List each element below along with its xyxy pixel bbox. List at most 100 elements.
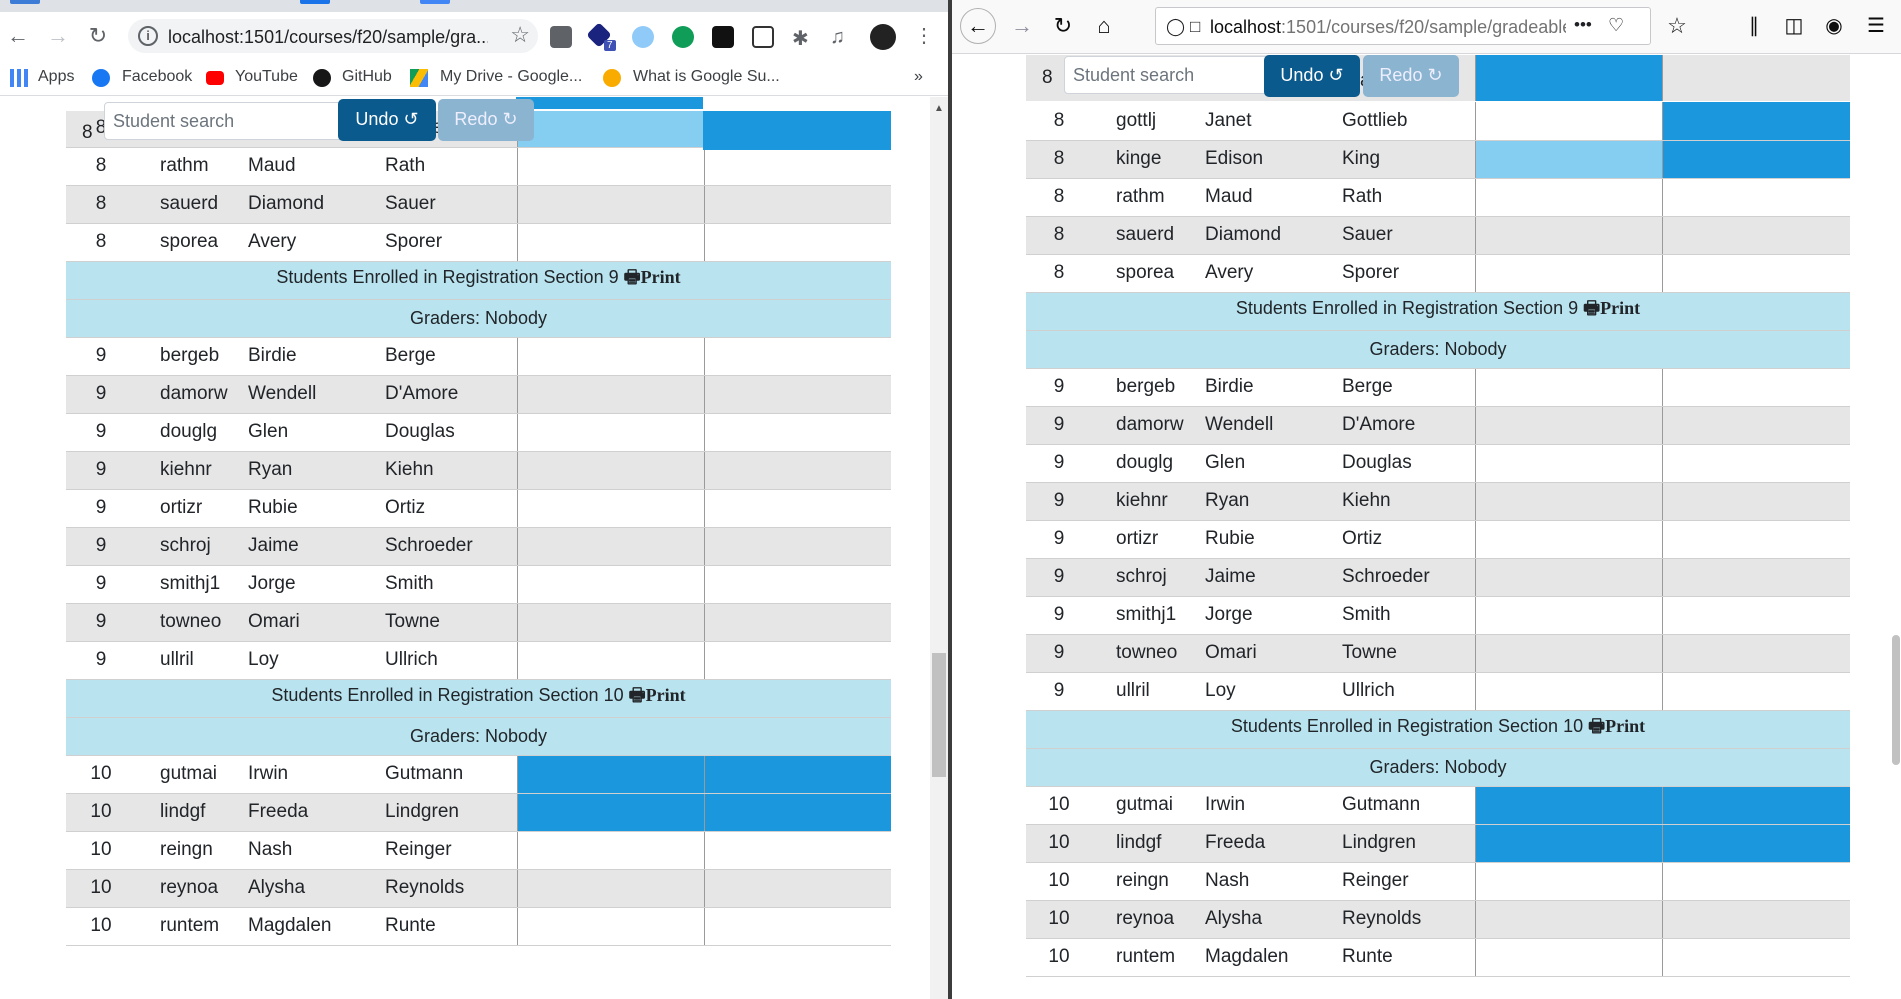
grade-cell[interactable]	[1661, 216, 1850, 255]
forward-icon[interactable]: →	[44, 22, 72, 50]
grade-cell[interactable]	[1474, 862, 1662, 901]
grade-cell[interactable]	[1474, 406, 1662, 445]
student-search-input[interactable]: Student search	[1064, 56, 1274, 94]
forward-icon[interactable]: →	[1008, 12, 1036, 40]
scrollbar-thumb[interactable]	[932, 653, 946, 777]
grade-cell[interactable]	[1475, 55, 1662, 101]
address-bar[interactable]: ◯ □ localhost:1501/courses/f20/sample/gr…	[1155, 7, 1651, 45]
grade-cell[interactable]	[516, 641, 704, 680]
grade-cell[interactable]	[1661, 672, 1850, 711]
grade-cell[interactable]	[703, 755, 891, 794]
grade-cell[interactable]	[1661, 444, 1850, 483]
extension-icon[interactable]	[632, 26, 654, 48]
grade-cell[interactable]	[1474, 178, 1662, 217]
grade-cell[interactable]	[516, 565, 704, 604]
undo-button[interactable]: Undo ↺	[338, 99, 436, 141]
home-icon[interactable]: ⌂	[1090, 12, 1118, 40]
bookmark-google-su[interactable]: What is Google Su...	[633, 68, 780, 86]
back-icon[interactable]: ←	[960, 8, 996, 44]
redo-button[interactable]: Redo ↻	[438, 99, 534, 141]
grade-cell[interactable]	[1661, 482, 1850, 521]
grade-cell[interactable]	[1474, 900, 1662, 939]
print-button[interactable]: 🖶Print	[1583, 298, 1640, 318]
grade-cell[interactable]	[516, 223, 704, 262]
grade-cell[interactable]	[1661, 520, 1850, 559]
tab[interactable]	[420, 0, 450, 4]
grade-cell[interactable]	[1474, 672, 1662, 711]
print-button[interactable]: 🖶Print	[629, 685, 686, 705]
shield-icon[interactable]: ◯	[1166, 17, 1185, 37]
grade-cell[interactable]	[1474, 520, 1662, 559]
grade-cell[interactable]	[516, 603, 704, 642]
grade-cell[interactable]	[516, 907, 704, 946]
grade-cell[interactable]	[516, 869, 704, 908]
avatar[interactable]	[870, 24, 896, 50]
scrollbar[interactable]: ▲	[930, 97, 948, 999]
grade-cell[interactable]	[703, 793, 891, 832]
grade-cell[interactable]	[516, 109, 704, 148]
print-button[interactable]: 🖶Print	[624, 267, 681, 287]
student-search-input[interactable]: Student search	[104, 102, 344, 140]
library-icon[interactable]: ∥	[1740, 12, 1768, 40]
reload-icon[interactable]: ↻	[84, 22, 112, 50]
grade-cell[interactable]	[1661, 406, 1850, 445]
grade-cell[interactable]	[1474, 596, 1662, 635]
grade-cell[interactable]	[1661, 254, 1850, 293]
menu-icon[interactable]: ☰	[1862, 12, 1890, 40]
extension-icon[interactable]	[550, 26, 572, 48]
grade-cell[interactable]	[1661, 102, 1850, 141]
bookmark-star-icon[interactable]: ☆	[1663, 12, 1691, 40]
grade-cell[interactable]	[703, 375, 891, 414]
grade-cell[interactable]	[1661, 368, 1850, 407]
grade-cell[interactable]	[703, 603, 891, 642]
bookmark-star-icon[interactable]: ☆	[510, 22, 530, 48]
grade-cell[interactable]	[703, 185, 891, 224]
tab[interactable]	[10, 0, 40, 4]
grade-cell[interactable]	[516, 527, 704, 566]
grade-cell[interactable]	[1661, 786, 1850, 825]
grade-cell[interactable]	[1474, 102, 1662, 141]
menu-icon[interactable]: ⋮	[910, 22, 938, 50]
account-icon[interactable]: ◉	[1820, 12, 1848, 40]
bookmark-facebook[interactable]: Facebook	[122, 68, 192, 86]
grade-cell[interactable]	[1661, 824, 1850, 863]
sidebar-icon[interactable]: ◫	[1780, 12, 1808, 40]
tab[interactable]	[300, 0, 330, 4]
bookmark-youtube[interactable]: YouTube	[235, 68, 298, 86]
address-bar[interactable]: i localhost:1501/courses/f20/sample/gra.…	[128, 19, 538, 53]
pocket-icon[interactable]: ♡	[1608, 15, 1624, 36]
grade-cell[interactable]	[703, 147, 891, 186]
grade-cell[interactable]	[703, 337, 891, 376]
grade-cell[interactable]	[516, 793, 704, 832]
grade-cell[interactable]	[516, 489, 704, 528]
grade-cell[interactable]	[516, 755, 704, 794]
grade-cell[interactable]	[1661, 558, 1850, 597]
extension-icon[interactable]	[672, 26, 694, 48]
grade-cell[interactable]	[1662, 55, 1850, 101]
grade-cell[interactable]	[516, 375, 704, 414]
media-icon[interactable]: ♫	[830, 26, 852, 48]
grade-cell[interactable]	[703, 413, 891, 452]
back-icon[interactable]: ←	[4, 22, 32, 50]
extension-icon[interactable]	[712, 26, 734, 48]
grade-cell[interactable]	[1661, 140, 1850, 179]
grade-cell[interactable]	[703, 907, 891, 946]
puzzle-icon[interactable]: ✱	[792, 26, 814, 50]
grade-cell[interactable]	[703, 489, 891, 528]
grade-cell[interactable]	[703, 641, 891, 680]
grade-cell[interactable]	[516, 831, 704, 870]
bookmark-github[interactable]: GitHub	[342, 68, 392, 86]
grade-cell[interactable]	[516, 413, 704, 452]
more-bookmarks-icon[interactable]: »	[914, 68, 923, 86]
grade-cell[interactable]	[1474, 140, 1662, 179]
bookmark-apps[interactable]: Apps	[38, 68, 74, 86]
grade-cell[interactable]	[1474, 444, 1662, 483]
grade-cell[interactable]	[703, 451, 891, 490]
print-button[interactable]: 🖶Print	[1588, 716, 1645, 736]
more-actions-icon[interactable]: •••	[1574, 15, 1592, 35]
grade-cell[interactable]	[516, 185, 704, 224]
grade-cell[interactable]	[703, 527, 891, 566]
grade-cell[interactable]	[1474, 938, 1662, 977]
scrollbar-thumb[interactable]	[1892, 635, 1900, 765]
undo-button[interactable]: Undo ↺	[1264, 55, 1360, 97]
